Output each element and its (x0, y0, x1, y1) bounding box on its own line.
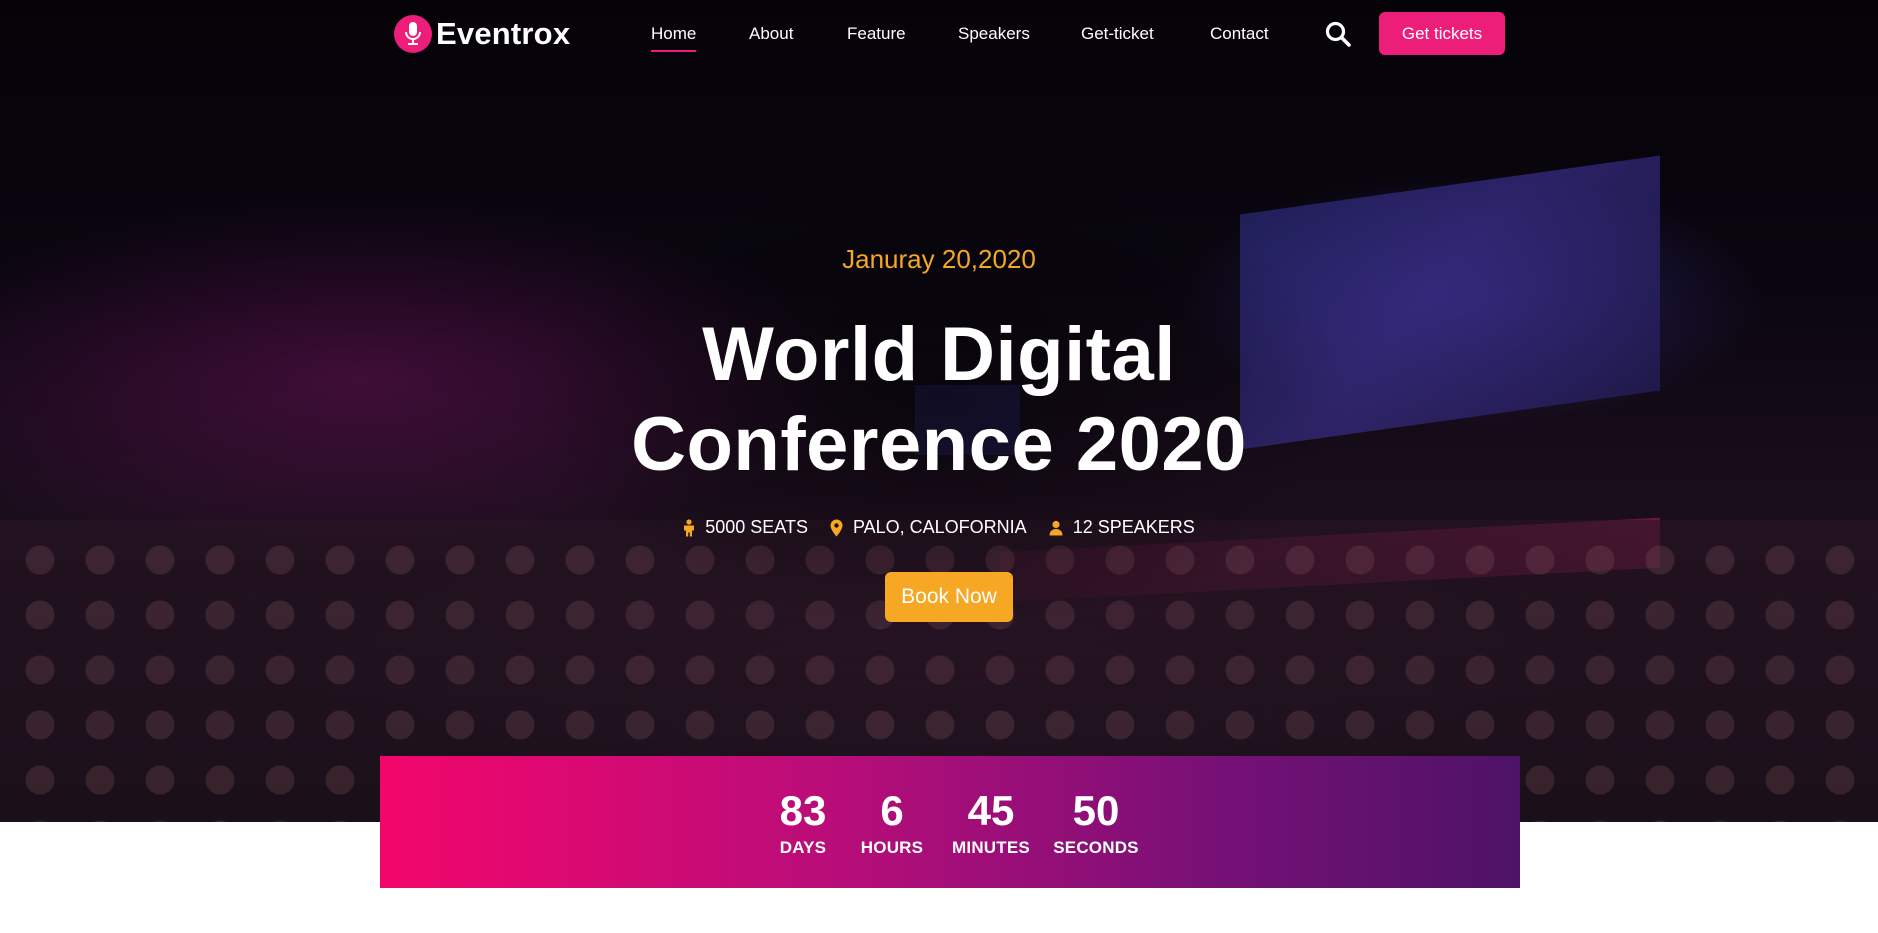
location-pin-icon (830, 519, 843, 537)
brand-name: Eventrox (436, 16, 571, 51)
event-meta: 5000 SEATS PALO, CALOFORNIA 12 SPEAKERS (0, 517, 1878, 538)
hero-section: Eventrox Home About Feature Speakers Get… (0, 0, 1878, 822)
countdown-days-label: DAYS (779, 838, 827, 857)
meta-location: PALO, CALOFORNIA (830, 517, 1027, 538)
meta-speakers-text: 12 SPEAKERS (1072, 517, 1195, 537)
nav-item-feature[interactable]: Feature (847, 22, 906, 46)
meta-seats-text: 5000 SEATS (705, 517, 808, 537)
event-title-line-1: World Digital (702, 312, 1176, 397)
microphone-icon (394, 15, 432, 53)
meta-location-text: PALO, CALOFORNIA (852, 517, 1027, 537)
nav-item-contact[interactable]: Contact (1210, 22, 1269, 46)
nav-item-about[interactable]: About (749, 22, 793, 46)
event-date: Januray 20,2020 (842, 244, 1036, 274)
countdown-seconds-label: SECONDS (1053, 838, 1139, 857)
meta-seats: 5000 SEATS (683, 517, 808, 538)
brand-logo[interactable]: Eventrox (394, 14, 570, 54)
book-now-button[interactable]: Book Now (885, 572, 1013, 622)
get-tickets-button[interactable]: Get tickets (1379, 12, 1505, 55)
countdown-timer: 83 DAYS 6 HOURS 45 MINUTES 50 SECONDS (380, 756, 1520, 888)
countdown-seconds-value: 50 (1072, 787, 1120, 834)
person-icon (683, 518, 695, 537)
nav-item-home[interactable]: Home (651, 22, 697, 52)
countdown-minutes: 45 MINUTES (941, 786, 1041, 858)
user-icon (1049, 520, 1063, 536)
countdown-minutes-label: MINUTES (952, 838, 1030, 857)
countdown-hours-value: 6 (880, 787, 904, 834)
countdown-days-value: 83 (779, 787, 827, 834)
nav-item-get-ticket[interactable]: Get-ticket (1081, 22, 1154, 46)
search-icon[interactable] (1324, 20, 1352, 48)
event-title: World Digital Conference 2020 (0, 310, 1878, 490)
navbar: Eventrox Home About Feature Speakers Get… (0, 0, 1878, 70)
event-title-line-2: Conference 2020 (631, 402, 1247, 487)
countdown-hours-label: HOURS (860, 838, 924, 857)
meta-speakers: 12 SPEAKERS (1049, 517, 1195, 538)
countdown-hours: 6 HOURS (852, 786, 932, 858)
nav-item-speakers[interactable]: Speakers (958, 22, 1030, 46)
countdown-seconds: 50 SECONDS (1046, 786, 1146, 858)
countdown-minutes-value: 45 (967, 787, 1015, 834)
countdown-days: 83 DAYS (763, 786, 843, 858)
